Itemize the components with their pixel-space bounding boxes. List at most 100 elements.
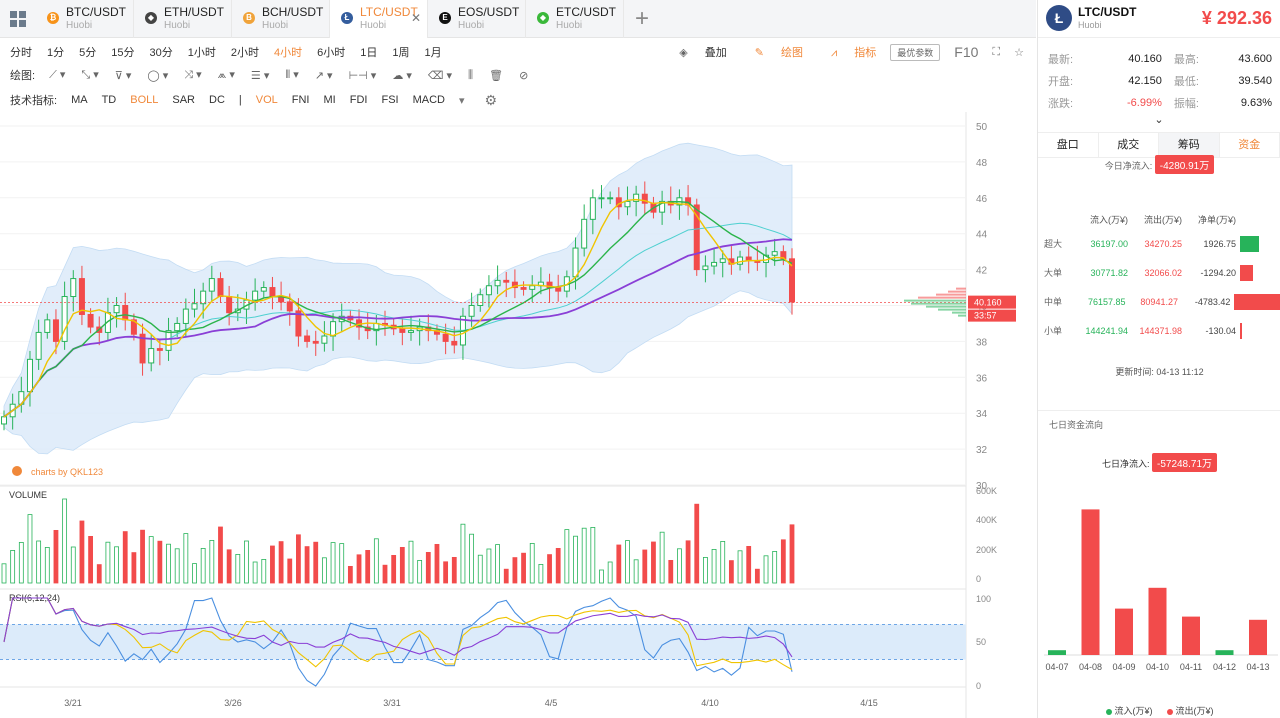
pattern-tool-icon[interactable]: ⩕ ▾ (218, 68, 235, 82)
indicator-fsi[interactable]: FSI (381, 94, 398, 106)
line-tool-icon[interactable]: ⟋ ▾ (49, 68, 65, 82)
expand-chevron-icon[interactable]: ⌄ (1038, 114, 1280, 128)
text-tool-icon[interactable]: ☁ ▾ (392, 69, 412, 82)
candle-body (200, 290, 207, 305)
draw-button[interactable]: ✎ 绘图 (741, 44, 803, 60)
countdown-text: 33:57 (974, 311, 997, 321)
timeframe-5[interactable]: 1小时 (188, 44, 216, 60)
main-chart[interactable]: 504846444240383634323040.16033:57charts … (0, 112, 1036, 718)
timeframe-1[interactable]: 1分 (47, 44, 64, 60)
fullscreen-icon[interactable]: ⛶ (992, 46, 1000, 59)
level-tool-icon[interactable]: ☰ ▾ (251, 69, 269, 82)
close-tab-icon[interactable]: ✕ (411, 11, 421, 25)
volume-bar (633, 559, 639, 584)
volume-bar (27, 514, 33, 584)
tab-eth-usdt[interactable]: ◆ ETH/USDT Huobi (134, 0, 232, 38)
candle-body (399, 328, 406, 333)
indicator-fni[interactable]: FNI (292, 94, 310, 106)
tab-bch-usdt[interactable]: B BCH/USDT Huobi (232, 0, 330, 38)
timeframe-0[interactable]: 分时 (10, 44, 32, 60)
indicator-button[interactable]: ⩘ 指标 (817, 44, 876, 60)
timeframe-7[interactable]: 4小时 (274, 44, 302, 60)
best-params-button[interactable]: 最优参数 (890, 43, 941, 61)
settings-gear-icon[interactable]: ⚙ (485, 92, 498, 109)
circle-tool-icon[interactable]: ◯ ▾ (147, 69, 168, 82)
indicator-macd[interactable]: MACD (413, 94, 445, 106)
stat-value: 43.600 (1238, 53, 1273, 65)
eye-off-icon[interactable]: ⊘ (519, 69, 528, 82)
volume-bar (607, 561, 613, 584)
volume-bar (278, 541, 284, 584)
volume-bar (365, 549, 371, 584)
volume-bar (772, 550, 778, 584)
volume-bar (270, 545, 275, 584)
volume-tick: 400K (976, 515, 997, 525)
timeframe-11[interactable]: 1月 (425, 44, 442, 60)
timeframe-6[interactable]: 2小时 (231, 44, 259, 60)
timeframe-2[interactable]: 5分 (79, 44, 96, 60)
indicator-vol[interactable]: VOL (256, 94, 278, 106)
add-tab-icon[interactable]: + (624, 0, 660, 38)
measure-tool-icon[interactable]: ⊢⊣ ▾ (349, 69, 377, 82)
coin-icon: ₿ (47, 12, 59, 24)
tab-btc-usdt[interactable]: ₿ BTC/USDT Huobi (36, 0, 134, 38)
tab-etc-usdt[interactable]: ◆ ETC/USDT Huobi (526, 0, 624, 38)
tab-ltc-usdt[interactable]: Ł LTC/USDT Huobi ✕ (330, 0, 428, 38)
seven-day-bar (1048, 650, 1066, 655)
overlay-button[interactable]: ◈ 叠加 (665, 44, 727, 60)
timeframe-10[interactable]: 1周 (392, 44, 409, 60)
panel-tab-3[interactable]: 资金 (1220, 133, 1280, 157)
indicator-fdi[interactable]: FDI (350, 94, 368, 106)
volume-bar (477, 554, 483, 584)
tab-eos-usdt[interactable]: E EOS/USDT Huobi (428, 0, 526, 38)
grid-menu-icon[interactable] (0, 0, 36, 38)
ray-tool-icon[interactable]: ⤡ ▾ (81, 68, 98, 82)
flow-header-2: 净单(万¥) (1198, 215, 1236, 225)
candle-body (555, 287, 562, 292)
f10-button[interactable]: F10 (954, 44, 978, 60)
timeframe-3[interactable]: 15分 (111, 44, 134, 60)
price-tick: 42 (976, 266, 988, 277)
trash-icon[interactable]: 🗑 (489, 69, 503, 82)
timeframe-8[interactable]: 6小时 (317, 44, 345, 60)
panel-tab-1[interactable]: 成交 (1099, 133, 1159, 157)
volume-bar (62, 498, 68, 584)
volume-bar (746, 545, 752, 584)
indicator-separator: | (238, 94, 242, 106)
volume-bar (235, 553, 241, 584)
volume-bar (685, 540, 691, 584)
indicator-sar[interactable]: SAR (172, 94, 195, 106)
timeframe-9[interactable]: 1日 (360, 44, 377, 60)
panel-exchange: Huobi (1078, 20, 1102, 30)
flow-net: 1926.75 (1203, 238, 1236, 249)
candle-body (737, 256, 744, 265)
symbol-tabs: ₿ BTC/USDT Huobi ◆ ETH/USDT Huobi B BCH/USDT Huo… (0, 0, 1036, 38)
indicator-ma[interactable]: MA (71, 94, 88, 106)
eraser-tool-icon[interactable]: ⌫ ▾ (428, 69, 452, 82)
bar-tool-icon[interactable]: ⫼ (468, 69, 473, 82)
volume-bar (590, 526, 596, 584)
volume-bar (79, 520, 85, 584)
panel-tab-2[interactable]: 筹码 (1159, 133, 1220, 157)
channel-tool-icon[interactable]: ⊽ ▾ (115, 69, 132, 82)
panel-tab-0[interactable]: 盘口 (1038, 133, 1099, 157)
gann-tool-icon[interactable]: ⦀ ▾ (285, 68, 298, 82)
volume-bar (53, 529, 59, 584)
indicator-mi[interactable]: MI (324, 94, 336, 106)
candle-body (589, 197, 596, 220)
fib-tool-icon[interactable]: ⤨ ▾ (184, 68, 201, 82)
indicator-td[interactable]: TD (102, 94, 117, 106)
volume-label: VOLUME (9, 490, 47, 500)
volume-bar (694, 503, 700, 584)
ltc-logo-icon: Ł (1046, 5, 1072, 31)
timeframe-4[interactable]: 30分 (150, 44, 173, 60)
volume-tick: 0 (976, 574, 981, 584)
volume-bar (166, 543, 171, 584)
arrow-tool-icon[interactable]: ↗ ▾ (315, 69, 333, 82)
tab-symbol: EOS/USDT (458, 5, 520, 19)
star-icon[interactable]: ☆ (1014, 46, 1024, 59)
indicator-dc[interactable]: DC (209, 94, 225, 106)
coin-icon: E (439, 12, 451, 24)
indicator-boll[interactable]: BOLL (130, 94, 158, 106)
dropdown-icon[interactable]: ▾ (459, 94, 465, 107)
